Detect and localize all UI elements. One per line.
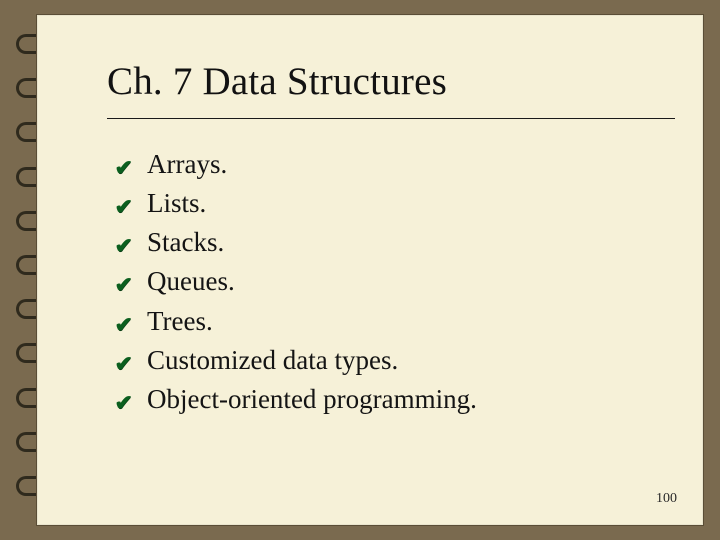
bullet-text: Customized data types. [147,341,398,380]
list-item: Stacks. [115,223,675,262]
list-item: Queues. [115,262,675,301]
checkmark-icon [115,196,135,218]
bullet-text: Trees. [147,302,213,341]
slide-content: Ch. 7 Data Structures Arrays. Lists. Sta… [107,59,675,505]
checkmark-icon [115,157,135,179]
bullet-text: Object-oriented programming. [147,380,477,419]
bullet-text: Lists. [147,184,206,223]
checkmark-icon [115,235,135,257]
page-number: 100 [656,491,677,507]
list-item: Customized data types. [115,341,675,380]
list-item: Lists. [115,184,675,223]
bullet-text: Stacks. [147,223,224,262]
bullet-text: Arrays. [147,145,227,184]
list-item: Trees. [115,302,675,341]
list-item: Object-oriented programming. [115,380,675,419]
bullet-text: Queues. [147,262,235,301]
list-item: Arrays. [115,145,675,184]
bullet-list: Arrays. Lists. Stacks. Queues. Trees. Cu… [107,145,675,419]
checkmark-icon [115,314,135,336]
slide: Ch. 7 Data Structures Arrays. Lists. Sta… [36,14,704,526]
slide-title: Ch. 7 Data Structures [107,59,675,119]
checkmark-icon [115,353,135,375]
checkmark-icon [115,392,135,414]
checkmark-icon [115,274,135,296]
